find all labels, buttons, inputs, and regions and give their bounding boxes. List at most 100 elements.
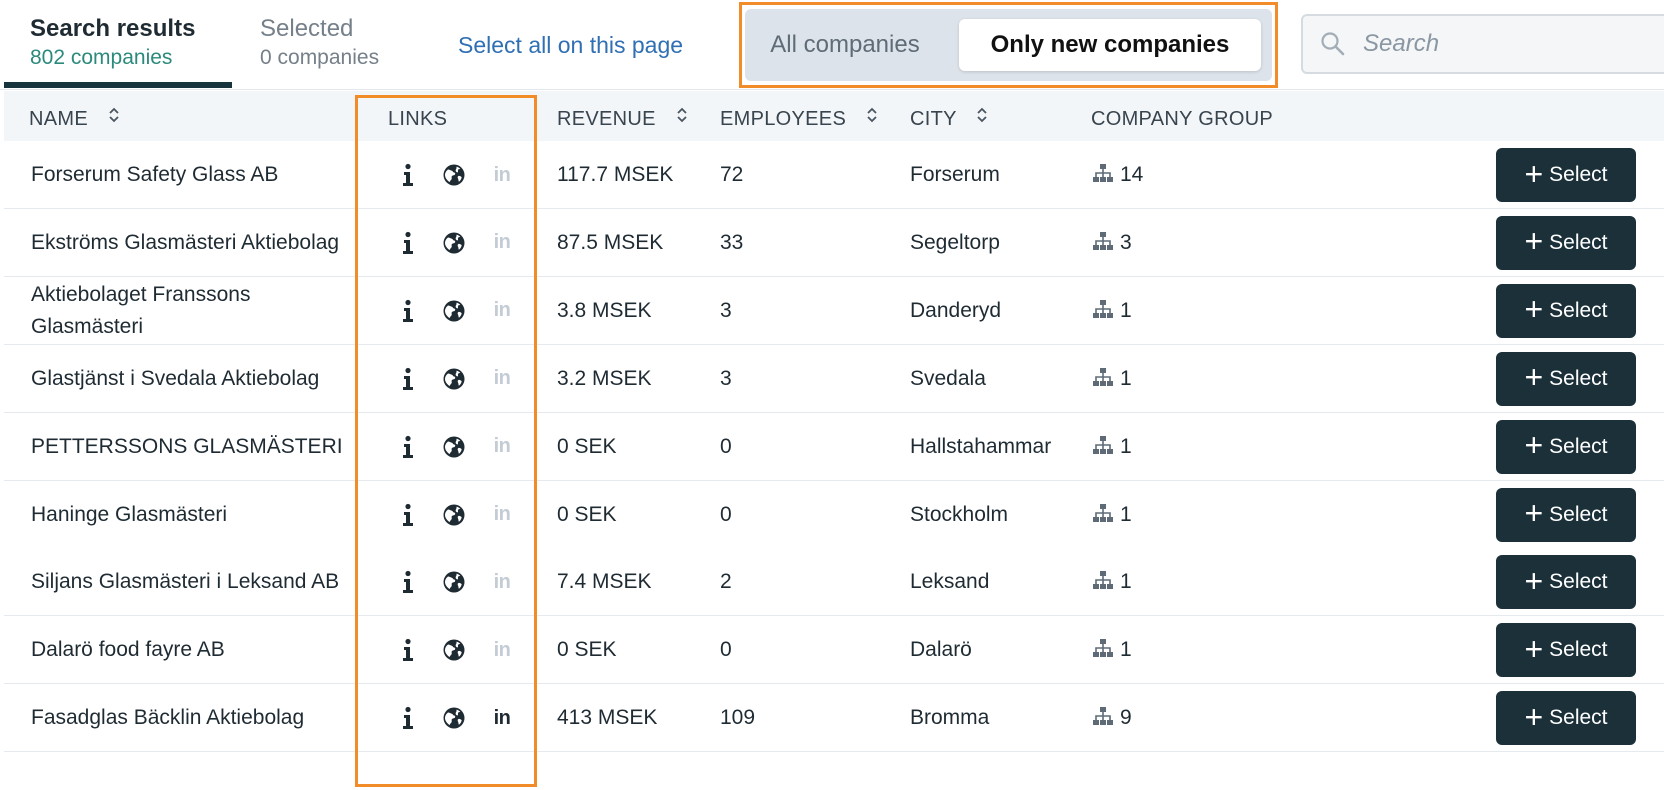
company-group-cell[interactable]: 1 xyxy=(1092,277,1292,345)
table-row[interactable]: Fasadglas Bäcklin Aktiebolag in 413 MSEK 10… xyxy=(4,684,1664,753)
linkedin-icon: in xyxy=(493,570,511,593)
info-icon[interactable] xyxy=(394,161,422,189)
linkedin-icon: in xyxy=(493,638,511,661)
table-row[interactable]: PETTERSSONS GLASMÄSTERI in 0 SEK 0 Hallstaha… xyxy=(4,412,1664,481)
info-icon[interactable] xyxy=(394,704,422,732)
globe-icon[interactable] xyxy=(440,704,468,732)
company-name[interactable]: Siljans Glasmästeri i Leksand AB xyxy=(31,548,361,616)
linkedin-icon: in xyxy=(493,367,511,390)
globe-icon[interactable] xyxy=(440,433,468,461)
select-company-button[interactable]: + Select xyxy=(1496,555,1636,610)
tab-search-results-count: 802 companies xyxy=(30,46,173,69)
tab-search-results[interactable]: Search results 802 companies xyxy=(30,14,195,90)
select-company-button[interactable]: + Select xyxy=(1496,215,1636,270)
linkedin-icon[interactable]: in xyxy=(488,704,516,732)
globe-icon[interactable] xyxy=(440,568,468,596)
tab-search-results-title: Search results xyxy=(30,15,196,42)
company-name[interactable]: PETTERSSONS GLASMÄSTERI xyxy=(31,413,361,481)
info-icon[interactable] xyxy=(394,636,422,664)
company-group-cell[interactable]: 1 xyxy=(1092,413,1292,481)
city-value: Dalarö xyxy=(910,638,972,662)
select-company-button[interactable]: + Select xyxy=(1496,351,1636,406)
search-input[interactable] xyxy=(1363,24,1663,64)
table-row[interactable]: Dalarö food fayre AB in 0 SEK 0 Dalarö 1 + Sele… xyxy=(4,616,1664,685)
company-name[interactable]: Ekströms Glasmästeri Aktiebolag xyxy=(31,209,361,277)
plus-icon: + xyxy=(1524,630,1544,667)
table-row[interactable]: Ekströms Glasmästeri Aktiebolag in 87.5 MS… xyxy=(4,208,1664,277)
company-group-cell[interactable]: 1 xyxy=(1092,481,1292,549)
links-cell: in xyxy=(394,413,524,481)
sort-icon[interactable] xyxy=(676,90,688,146)
company-filter-toggle: All companies Only new companies xyxy=(745,9,1272,81)
select-button-label: Select xyxy=(1549,366,1608,390)
select-company-button[interactable]: + Select xyxy=(1496,623,1636,678)
action-cell: + Select xyxy=(1496,413,1636,481)
company-name[interactable]: Haninge Glasmästeri xyxy=(31,481,361,549)
column-revenue-label: REVENUE xyxy=(557,108,656,130)
select-company-button[interactable]: + Select xyxy=(1496,148,1636,202)
revenue-value: 3.8 MSEK xyxy=(557,298,652,322)
globe-icon[interactable] xyxy=(440,365,468,393)
company-group-cell[interactable]: 3 xyxy=(1092,209,1292,277)
info-icon[interactable] xyxy=(394,501,422,529)
org-chart-icon xyxy=(1092,299,1114,325)
select-button-label: Select xyxy=(1549,163,1608,186)
revenue-value: 413 MSEK xyxy=(557,706,658,730)
company-group-cell[interactable]: 14 xyxy=(1092,141,1292,209)
org-chart-icon xyxy=(1092,706,1114,732)
globe-icon[interactable] xyxy=(440,229,468,257)
employees-value: 0 xyxy=(720,638,732,662)
links-cell: in xyxy=(394,481,524,549)
plus-icon: + xyxy=(1524,562,1544,599)
company-name[interactable]: Forserum Safety Glass AB xyxy=(31,141,361,209)
sort-icon[interactable] xyxy=(108,90,120,146)
top-bar: Search results 802 companies Selected 0 … xyxy=(0,0,1664,90)
globe-icon[interactable] xyxy=(440,161,468,189)
table-row[interactable]: Aktiebolaget Franssons Glasmästeri in 3.8 … xyxy=(4,276,1664,345)
search-box xyxy=(1301,14,1664,74)
globe-icon[interactable] xyxy=(440,501,468,529)
select-all-on-page-link[interactable]: Select all on this page xyxy=(458,30,683,60)
linkedin-icon: in xyxy=(493,163,511,186)
plus-icon: + xyxy=(1524,359,1544,396)
company-name[interactable]: Aktiebolaget Franssons Glasmästeri xyxy=(31,277,361,345)
plus-icon: + xyxy=(1524,495,1544,531)
globe-icon[interactable] xyxy=(440,636,468,664)
table-row[interactable]: Siljans Glasmästeri i Leksand AB in 7.4 MS… xyxy=(4,548,1664,617)
select-company-button[interactable]: + Select xyxy=(1496,419,1636,474)
toggle-only-new-companies[interactable]: Only new companies xyxy=(959,19,1261,71)
employees-value: 72 xyxy=(720,163,744,186)
revenue-value: 0 SEK xyxy=(557,434,617,458)
select-company-button[interactable]: + Select xyxy=(1496,487,1636,542)
column-company-group-label: COMPANY GROUP xyxy=(1091,108,1274,130)
company-name[interactable]: Dalarö food fayre AB xyxy=(31,616,361,684)
info-icon[interactable] xyxy=(394,433,422,461)
sort-icon[interactable] xyxy=(976,90,988,146)
city-value: Leksand xyxy=(910,570,990,594)
toggle-all-companies[interactable]: All companies xyxy=(755,19,935,71)
tab-selected-title: Selected xyxy=(260,15,354,42)
table-row[interactable]: Forserum Safety Glass AB in 117.7 MSEK 72 Fo… xyxy=(4,141,1664,209)
info-icon[interactable] xyxy=(394,365,422,393)
globe-icon[interactable] xyxy=(440,297,468,325)
select-company-button[interactable]: + Select xyxy=(1496,691,1636,746)
table-row[interactable]: Haninge Glasmästeri in 0 SEK 0 Stockholm 1 + Se… xyxy=(4,480,1664,549)
info-icon[interactable] xyxy=(394,229,422,257)
linkedin-icon: in xyxy=(493,231,511,254)
company-name[interactable]: Glastjänst i Svedala Aktiebolag xyxy=(31,345,361,413)
info-icon[interactable] xyxy=(394,568,422,596)
company-group-cell[interactable]: 9 xyxy=(1092,684,1292,752)
column-name-label: NAME xyxy=(29,108,88,130)
info-icon[interactable] xyxy=(394,297,422,325)
company-group-count: 1 xyxy=(1120,638,1132,662)
company-group-cell[interactable]: 1 xyxy=(1092,548,1292,616)
select-company-button[interactable]: + Select xyxy=(1496,283,1636,338)
links-cell: in xyxy=(394,345,524,413)
company-group-cell[interactable]: 1 xyxy=(1092,345,1292,413)
company-name[interactable]: Fasadglas Bäcklin Aktiebolag xyxy=(31,684,361,752)
table-row[interactable]: Glastjänst i Svedala Aktiebolag in 3.2 MSE… xyxy=(4,344,1664,413)
company-group-cell[interactable]: 1 xyxy=(1092,616,1292,684)
links-cell: in xyxy=(394,684,524,752)
tab-selected[interactable]: Selected 0 companies xyxy=(260,14,379,90)
sort-icon[interactable] xyxy=(866,90,878,146)
